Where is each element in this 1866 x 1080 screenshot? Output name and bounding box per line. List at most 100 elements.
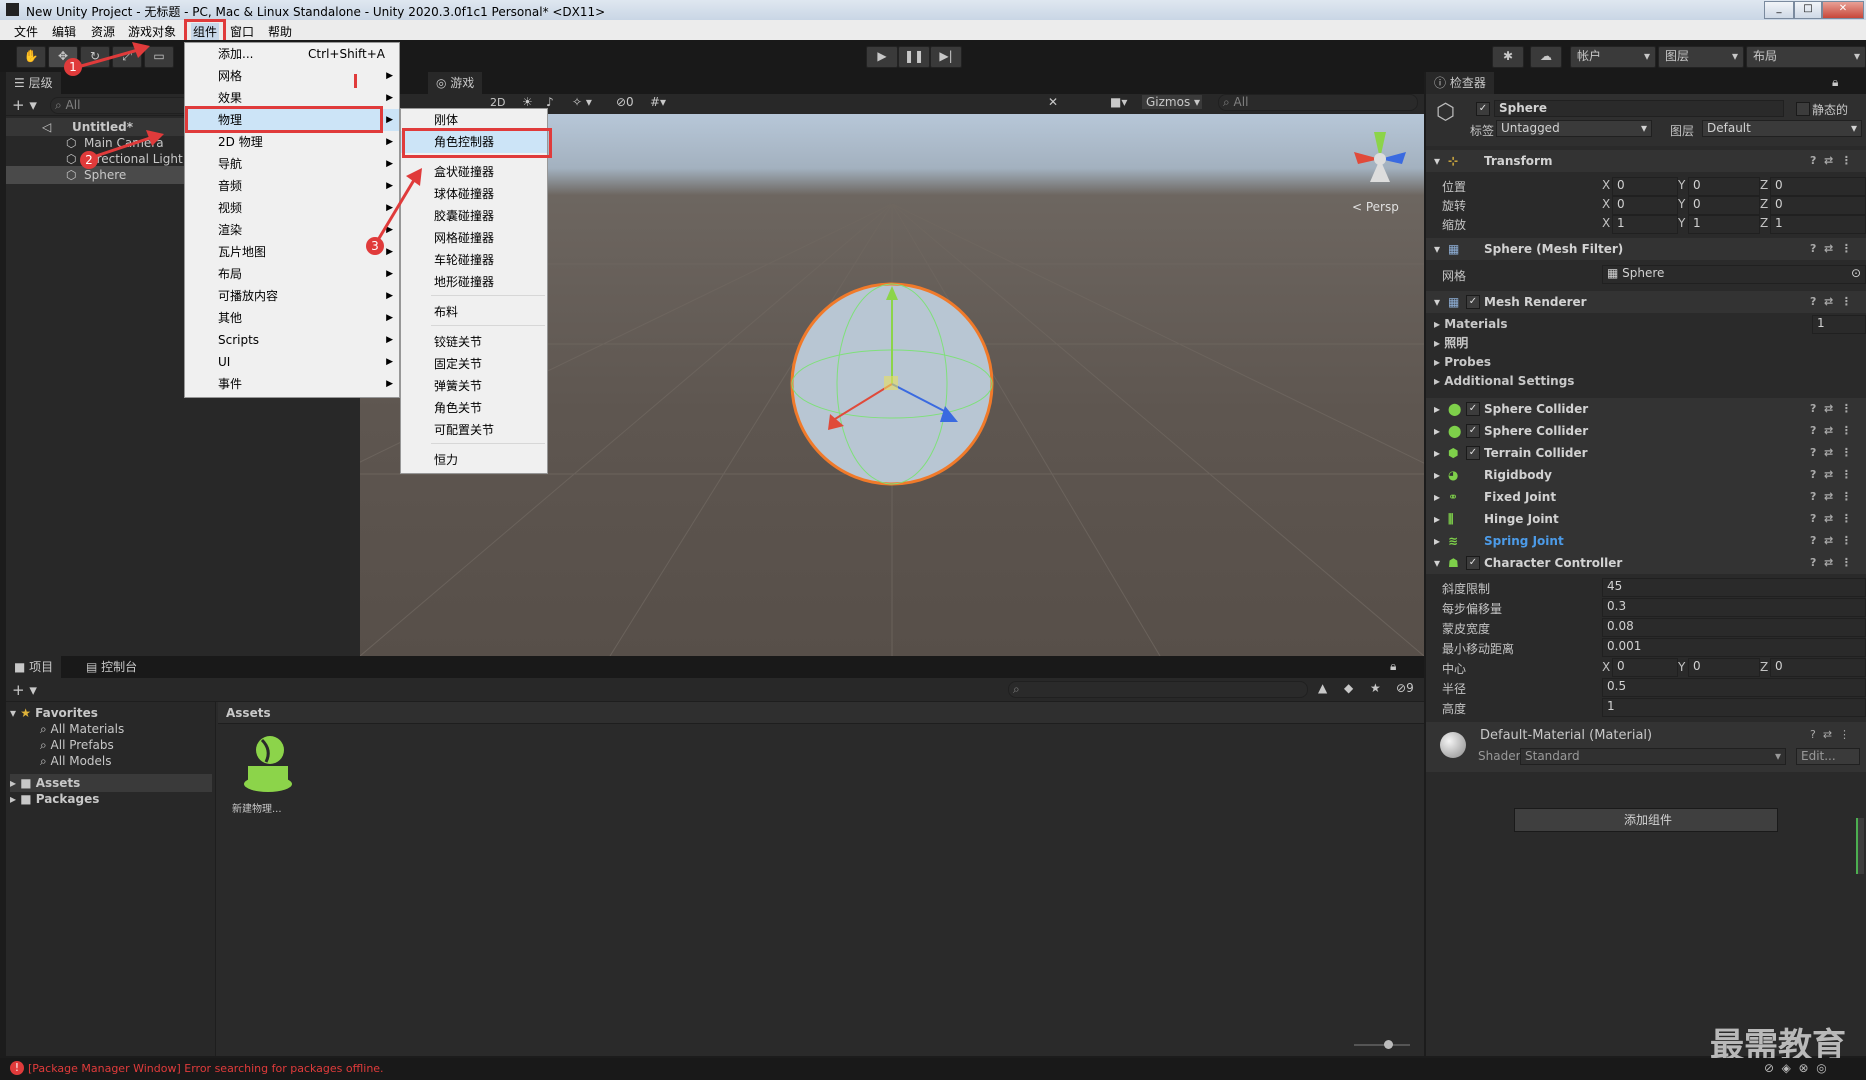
add-component-label: 添加组件 (1623, 813, 1672, 827)
annotation-badge: 2 (80, 151, 98, 169)
scale-z-field[interactable]: 1 (1770, 215, 1866, 234)
slider-thumb[interactable] (1384, 1040, 1393, 1049)
layer-dropdown[interactable]: Default ▾ (1702, 120, 1862, 137)
terrain-collider-header[interactable]: ▸ ⬢ ✓ Terrain Collider ? ⇄ ⋮ (1426, 442, 1866, 464)
object-name-input[interactable]: Sphere (1494, 100, 1784, 117)
item-label: All Models (50, 754, 112, 768)
rotation-label: 旋转 (1442, 199, 1467, 213)
position-label: 位置 (1442, 180, 1467, 194)
mesh-object-field[interactable]: ▦ Sphere ⊙ (1602, 265, 1866, 284)
hidden-packages-icon[interactable]: ⊘9 (1396, 681, 1414, 695)
component-enabled-checkbox[interactable]: ✓ (1466, 295, 1480, 309)
character-controller-icon: ☗ (1448, 556, 1459, 570)
skin-width-label: 蒙皮宽度 (1442, 622, 1491, 636)
position-x-field[interactable]: 0 (1612, 177, 1678, 196)
static-label[interactable]: 静态的 (1812, 101, 1848, 118)
lighting-foldout[interactable]: ▸ 照明 (1434, 334, 1864, 352)
chevron-down-icon: ▾ (1850, 121, 1857, 135)
target-icon[interactable]: ⊙ (1851, 266, 1861, 281)
spring-joint-header[interactable]: ▸ ≋ Spring Joint ? ⇄ ⋮ (1426, 530, 1866, 552)
packages-folder-row[interactable]: ▸ ■ Packages (10, 790, 212, 808)
sphere-collider-header[interactable]: ▸ ⬤ ✓ Sphere Collider ? ⇄ ⋮ (1426, 420, 1866, 442)
center-y-field[interactable]: 0 (1688, 658, 1760, 677)
shader-dropdown[interactable]: Standard ▾ (1520, 748, 1786, 765)
axis-x-label: X (1602, 660, 1611, 674)
slope-limit-field[interactable]: 45 (1602, 578, 1866, 597)
active-checkbox[interactable]: ✓ (1476, 102, 1490, 116)
shader-label: Shader (1478, 749, 1521, 763)
character-controller-header[interactable]: ▾ ☗ ✓ Character Controller ? ⇄ ⋮ (1426, 552, 1866, 574)
rotation-x-field[interactable]: 0 (1612, 196, 1678, 215)
component-actions[interactable]: ? ⇄ ⋮ (1810, 291, 1866, 313)
console-tab-label: 控制台 (101, 660, 138, 674)
lock-icon[interactable]: 🔒︎ (1832, 75, 1838, 90)
materials-count-field[interactable]: 1 (1812, 315, 1866, 334)
scrollbar[interactable] (1856, 818, 1864, 874)
lock-icon[interactable]: 🔒︎ (1390, 659, 1396, 674)
add-component-button[interactable]: 添加组件 (1514, 808, 1778, 832)
status-message[interactable]: [Package Manager Window] Error searching… (28, 1062, 384, 1075)
radius-field[interactable]: 0.5 (1602, 678, 1866, 697)
component-actions[interactable]: ? ⇄ ⋮ (1810, 464, 1866, 486)
component-enabled-checkbox[interactable]: ✓ (1466, 556, 1480, 570)
component-title: Rigidbody (1484, 468, 1552, 482)
mesh-renderer-header[interactable]: ▾ ▦ ✓ Mesh Renderer ? ⇄ ⋮ (1426, 291, 1866, 313)
rotation-y-field[interactable]: 0 (1688, 196, 1760, 215)
status-icons[interactable]: ⊘ ◈ ⊗ ◎ (1764, 1061, 1827, 1075)
create-asset-button[interactable]: + ▾ (12, 681, 37, 699)
component-actions[interactable]: ? ⇄ ⋮ (1810, 420, 1866, 442)
component-enabled-checkbox[interactable]: ✓ (1466, 402, 1480, 416)
rigidbody-icon: ◕ (1448, 468, 1459, 482)
step-offset-field[interactable]: 0.3 (1602, 598, 1866, 617)
packages-label: Packages (35, 792, 100, 806)
static-checkbox[interactable] (1796, 102, 1810, 116)
scale-y-field[interactable]: 1 (1688, 215, 1760, 234)
center-x-field[interactable]: 0 (1612, 658, 1678, 677)
component-actions[interactable]: ? ⇄ ⋮ (1810, 398, 1866, 420)
rotation-z-field[interactable]: 0 (1770, 196, 1866, 215)
asset-item[interactable]: 新建物理... (228, 730, 308, 820)
component-enabled-checkbox[interactable]: ✓ (1466, 424, 1480, 438)
tag-dropdown[interactable]: Untagged ▾ (1496, 120, 1652, 137)
component-actions[interactable]: ? ⇄ ⋮ (1810, 508, 1866, 530)
skin-width-field[interactable]: 0.08 (1602, 618, 1866, 637)
tab-project[interactable]: ■ 项目 (6, 656, 62, 678)
component-actions[interactable]: ? ⇄ ⋮ (1810, 486, 1866, 508)
scale-x-field[interactable]: 1 (1612, 215, 1678, 234)
mesh-filter-header[interactable]: ▾ ▦ Sphere (Mesh Filter) ? ⇄ ⋮ (1426, 238, 1866, 260)
transform-header[interactable]: ▾ ⊹ Transform ? ⇄ ⋮ (1426, 150, 1866, 172)
min-move-distance-field[interactable]: 0.001 (1602, 638, 1866, 657)
hinge-joint-header[interactable]: ▸ ⫼ Hinge Joint ? ⇄ ⋮ (1426, 508, 1866, 530)
component-actions[interactable]: ? ⇄ ⋮ (1810, 238, 1866, 260)
position-z-field[interactable]: 0 (1770, 177, 1866, 196)
search-by-type-icon[interactable]: ▲ (1318, 681, 1327, 695)
zoom-slider[interactable] (1354, 1040, 1410, 1049)
rigidbody-header[interactable]: ▸ ◕ Rigidbody ? ⇄ ⋮ (1426, 464, 1866, 486)
axis-y-label: Y (1678, 197, 1686, 211)
component-actions[interactable]: ? ⇄ ⋮ (1810, 530, 1866, 552)
search-by-label-icon[interactable]: ◆ (1344, 681, 1353, 695)
shader-edit-button[interactable]: Edit... (1796, 748, 1860, 765)
component-actions[interactable]: ? ⇄ ⋮ (1810, 442, 1866, 464)
materials-foldout[interactable]: ▸ Materials (1434, 315, 1864, 333)
tab-console[interactable]: ▤ 控制台 (78, 656, 146, 678)
favorites-label: Favorites (35, 706, 98, 720)
project-search-input[interactable]: ⌕ (1008, 681, 1308, 698)
position-y-field[interactable]: 0 (1688, 177, 1760, 196)
list-item[interactable]: ⌕ All Models (40, 752, 210, 770)
component-title: Hinge Joint (1484, 512, 1559, 526)
tag-label: 标签 (1470, 124, 1495, 138)
material-actions[interactable]: ? ⇄ ⋮ (1810, 728, 1850, 741)
height-field[interactable]: 1 (1602, 698, 1866, 717)
additional-settings-foldout[interactable]: ▸ Additional Settings (1434, 372, 1864, 390)
favorite-icon[interactable]: ★ (1370, 681, 1381, 695)
center-z-field[interactable]: 0 (1770, 658, 1866, 677)
probes-foldout[interactable]: ▸ Probes (1434, 353, 1864, 371)
sphere-collider-header[interactable]: ▸ ⬤ ✓ Sphere Collider ? ⇄ ⋮ (1426, 398, 1866, 420)
component-actions[interactable]: ? ⇄ ⋮ (1810, 552, 1866, 574)
component-actions[interactable]: ? ⇄ ⋮ (1810, 150, 1866, 172)
component-title: Terrain Collider (1484, 446, 1588, 460)
component-enabled-checkbox[interactable]: ✓ (1466, 446, 1480, 460)
tab-inspector[interactable]: ⓘ 检查器 (1426, 72, 1494, 94)
fixed-joint-header[interactable]: ▸ ⚭ Fixed Joint ? ⇄ ⋮ (1426, 486, 1866, 508)
